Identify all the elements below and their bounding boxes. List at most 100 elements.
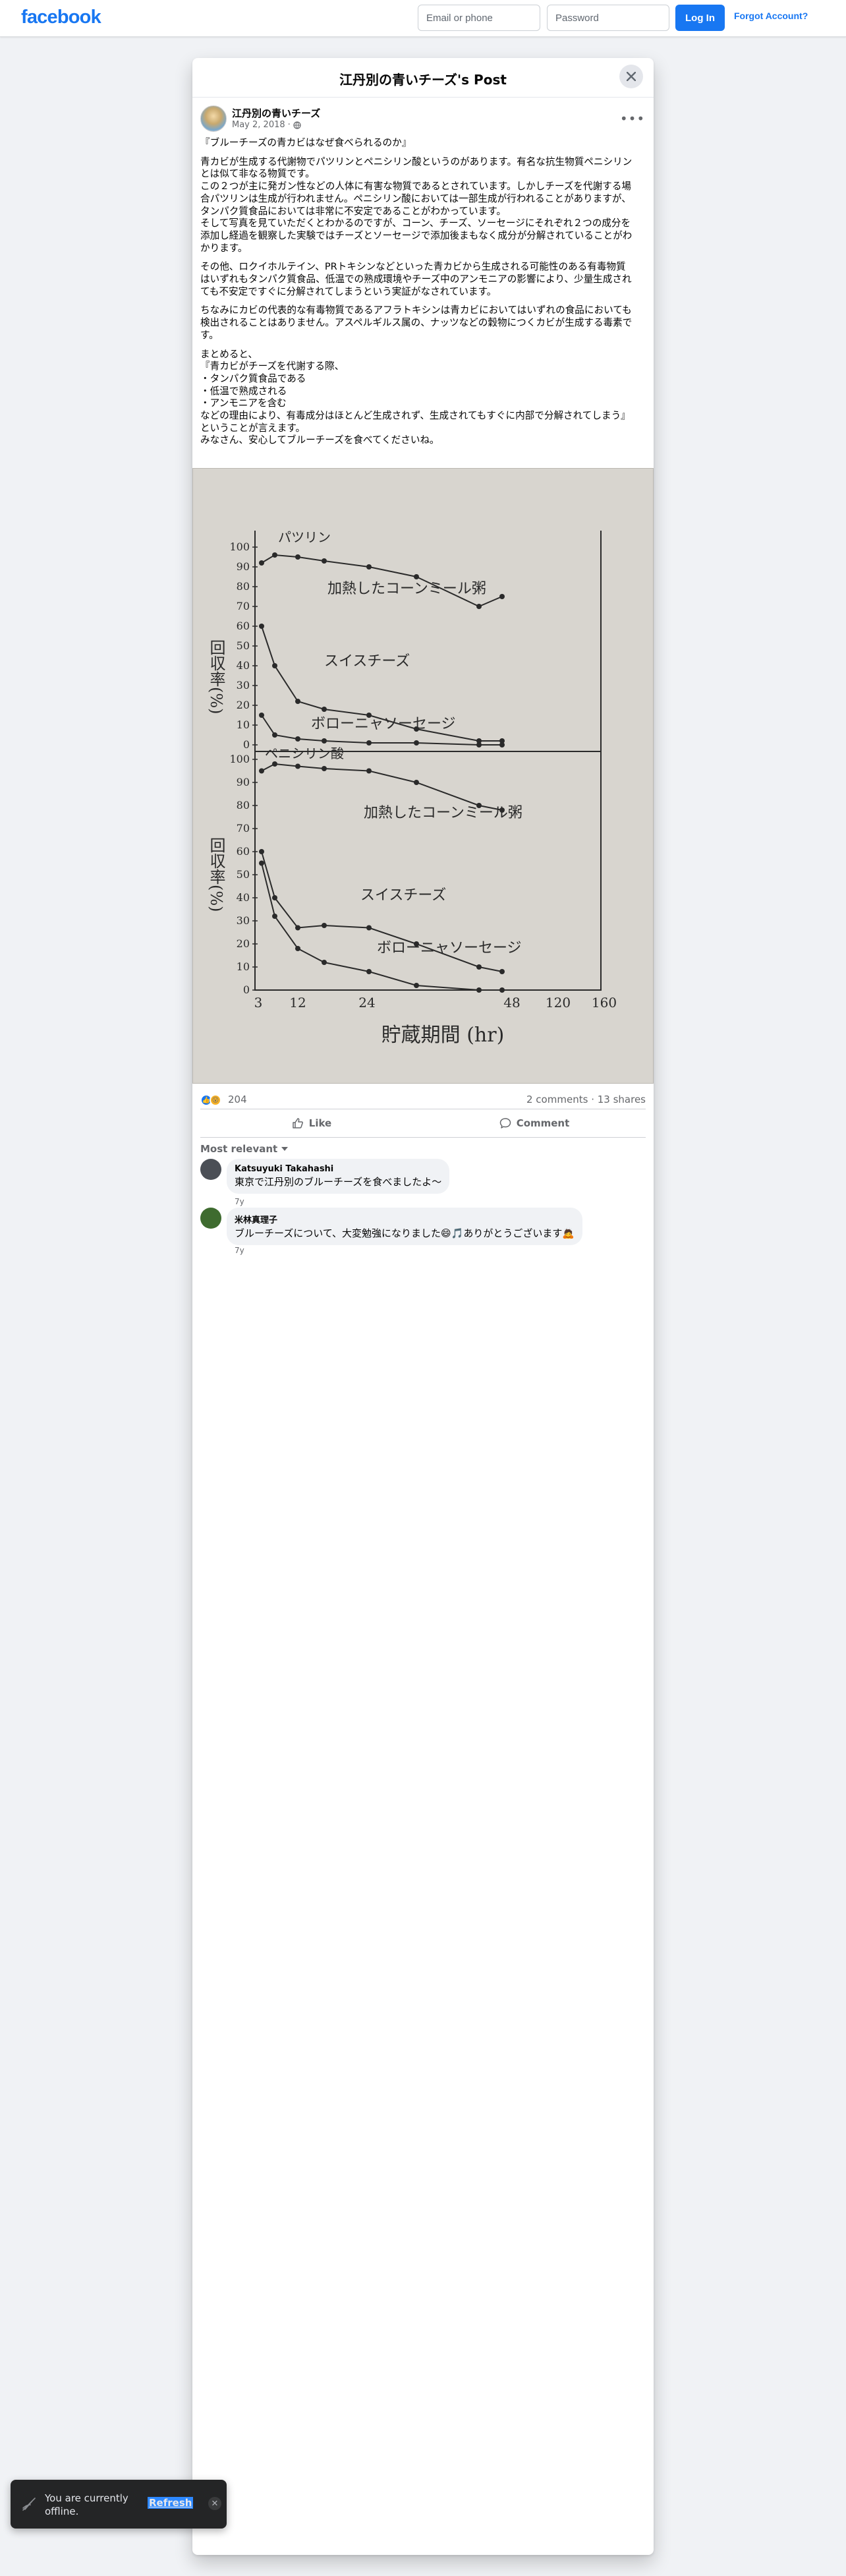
- data-point: [259, 768, 264, 774]
- series-label: 加熱したコーンミール粥: [327, 581, 486, 597]
- y-tick-label: 0: [243, 983, 250, 996]
- data-point: [259, 849, 264, 854]
- like-button[interactable]: Like: [200, 1109, 423, 1137]
- post-text-line: 『ブルーチーズの青カビはなぜ食べられるのか』: [200, 137, 412, 148]
- data-point: [499, 969, 505, 974]
- refresh-link[interactable]: Refresh: [148, 2497, 194, 2509]
- data-point: [272, 663, 277, 668]
- y-tick-label: 90: [237, 560, 250, 573]
- post-text-line: まとめると、: [200, 348, 258, 360]
- post-text-line: タンパク質食品においては非常に不安定であることがわかっています。: [200, 205, 506, 217]
- email-field[interactable]: [418, 5, 540, 31]
- y-tick-label: 40: [237, 891, 250, 904]
- data-point: [295, 699, 300, 704]
- post-paragraph: その他、ロクイホルテイン、PRトキシンなどといった青カビから生成される可能性のあ…: [200, 261, 646, 298]
- data-point: [259, 560, 264, 566]
- y-tick-label: 60: [237, 620, 250, 632]
- page-avatar[interactable]: [200, 105, 227, 132]
- data-point: [499, 987, 505, 993]
- data-point: [476, 604, 482, 609]
- data-point: [366, 564, 372, 570]
- post-text-line: 合パツリンは生成が行われません。ペニシリン酸においては一部生成が行われることがあ…: [200, 192, 631, 204]
- top-navigation-bar: facebook Log In Forgot Account?: [0, 0, 846, 37]
- comment-timestamp[interactable]: 7y: [235, 1197, 244, 1206]
- data-point: [322, 960, 327, 965]
- sort-label: Most relevant: [200, 1143, 278, 1155]
- post-text-line: この２つが主に発ガン性などの人体に有害な物質であるとされています。しかしチーズを…: [200, 181, 631, 192]
- login-button[interactable]: Log In: [675, 5, 725, 31]
- dialog-title: 江丹別の青いチーズ's Post: [339, 72, 507, 88]
- data-point: [499, 594, 505, 599]
- data-point: [295, 554, 300, 560]
- y-tick-label: 20: [237, 937, 250, 950]
- y-axis-label: 回収率(%): [207, 639, 225, 715]
- post-body-text: 『ブルーチーズの青カビはなぜ食べられるのか』 青カビが生成する代謝物でパツリンとペ…: [200, 137, 646, 454]
- comment-button[interactable]: Comment: [423, 1109, 646, 1137]
- panel-title: ペニシリン酸: [265, 746, 344, 761]
- post-text-line: みなさん、安心してブルーチーズを食べてくださいね。: [200, 434, 439, 446]
- reaction-icons[interactable]: 👍 😮: [200, 1094, 221, 1106]
- share-count-link[interactable]: 13 shares: [598, 1094, 646, 1105]
- offline-message: You are currently offline.: [45, 2492, 128, 2517]
- comment-count-link[interactable]: 2 comments: [526, 1094, 588, 1105]
- post-text-line: ちなみにカビの代表的な有毒物質であるアフラトキシンは青カビにおいてはいずれの食品…: [200, 305, 632, 316]
- data-point: [366, 925, 372, 931]
- y-tick-label: 30: [237, 914, 250, 927]
- post-paragraph: まとめると、 『青カビがチーズを代謝する際、 ・タンパク質食品である ・低温で熟成され…: [200, 349, 646, 448]
- post-text-line: などの理由により、有毒成分はほとんど生成されず、生成されてもすぐに内部で分解され…: [200, 410, 631, 422]
- post-photo[interactable]: 0 10 20 30 40 50 60 70 80 90 100 パツリン 加熱したコーンミール粥 スイス…: [192, 468, 654, 1084]
- post-text-line: とは似て非なる物質です。: [200, 168, 315, 180]
- data-point: [295, 736, 300, 742]
- comment-timestamp[interactable]: 7y: [235, 1246, 244, 1255]
- x-tick-label: 120: [546, 995, 571, 1010]
- commenter-avatar[interactable]: [200, 1159, 221, 1180]
- y-tick-label: 60: [237, 845, 250, 858]
- y-tick-label: 0: [243, 738, 250, 751]
- data-point: [259, 713, 264, 718]
- comment-text: ブルーチーズについて、大変勉強になりました😄🎵ありがとうございます🙇: [235, 1227, 575, 1239]
- password-field[interactable]: [547, 5, 669, 31]
- comment-label: Comment: [516, 1117, 570, 1129]
- page-name-link[interactable]: 江丹別の青いチーズ: [232, 106, 320, 120]
- post-text-line: ・タンパク質食品である: [200, 372, 306, 384]
- post-actions: Like Comment: [200, 1109, 646, 1138]
- data-point: [295, 946, 300, 951]
- forgot-account-link[interactable]: Forgot Account?: [734, 11, 808, 21]
- post-date[interactable]: May 2, 2018: [232, 120, 285, 130]
- comment-sort-dropdown[interactable]: Most relevant: [200, 1143, 289, 1155]
- data-point: [366, 768, 372, 774]
- data-point: [366, 740, 372, 746]
- commenter-name[interactable]: Katsuyuki Takahashi: [235, 1164, 441, 1174]
- more-options-button[interactable]: •••: [619, 108, 646, 129]
- recovery-rate-chart-photo: 0102030405060708090100パツリン加熱したコーンミール粥スイス…: [192, 468, 654, 1084]
- y-tick-label: 50: [237, 639, 250, 652]
- data-point: [322, 766, 327, 771]
- post-text-line: す。: [200, 329, 219, 341]
- y-tick-label: 50: [237, 868, 250, 881]
- comment-bubble: Katsuyuki Takahashi 東京で江丹別のブルーチーズを食べましたよ…: [227, 1159, 450, 1194]
- x-tick-label: 160: [592, 995, 617, 1010]
- toast-close-button[interactable]: ✕: [208, 2497, 221, 2510]
- commenter-name[interactable]: 米林真理子: [235, 1213, 575, 1225]
- facebook-logo[interactable]: facebook: [21, 7, 101, 28]
- reaction-count[interactable]: 204: [228, 1094, 247, 1105]
- commenter-avatar[interactable]: [200, 1208, 221, 1229]
- ellipsis-icon: •••: [619, 111, 646, 127]
- y-tick-label: 40: [237, 659, 250, 672]
- y-tick-label: 30: [237, 679, 250, 691]
- y-tick-label: 90: [237, 776, 250, 788]
- post-author-row: 江丹別の青いチーズ May 2, 2018 · •••: [200, 105, 646, 134]
- y-axis-label: 回収率(%): [207, 837, 225, 912]
- wow-reaction-icon: 😮: [210, 1094, 221, 1106]
- close-button[interactable]: [619, 65, 643, 88]
- data-point: [322, 923, 327, 928]
- data-point: [259, 860, 264, 866]
- data-point: [322, 738, 327, 744]
- like-label: Like: [308, 1117, 332, 1129]
- data-point: [476, 964, 482, 970]
- close-icon: [627, 72, 636, 81]
- post-paragraph: 『ブルーチーズの青カビはなぜ食べられるのか』: [200, 137, 646, 150]
- post-text-line: そして写真を見ていただくとわかるのですが、コーン、チーズ、ソーセージにそれぞれ２…: [200, 218, 631, 229]
- series-label: スイスチーズ: [324, 653, 410, 670]
- data-point: [272, 895, 277, 900]
